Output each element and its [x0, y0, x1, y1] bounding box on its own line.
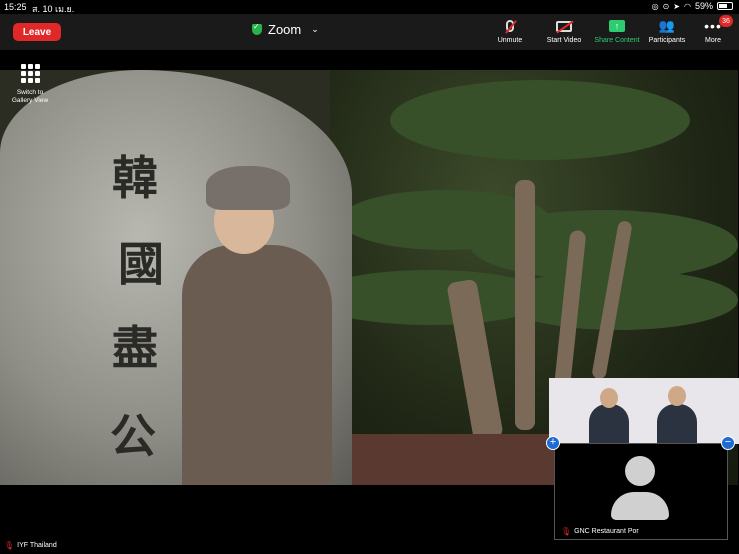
bonsai-canopy: [390, 80, 690, 160]
self-video-tile[interactable]: 🎙 GNC Restaurant Por: [554, 443, 728, 540]
share-screen-icon: ↑: [609, 20, 625, 32]
presenter-head: [668, 386, 686, 406]
wifi-icon: ◠: [684, 1, 691, 11]
microphone-muted-icon: 🎙: [561, 527, 572, 536]
leave-button[interactable]: Leave: [13, 23, 61, 41]
gallery-label-line1: Switch to: [16, 89, 44, 96]
share-content-label: Share Content: [594, 37, 640, 44]
microphone-muted-icon: 🎙: [4, 541, 15, 550]
calligraphy-char: 韓: [112, 151, 158, 205]
screen-record-icon: ◎: [651, 1, 659, 11]
start-video-button[interactable]: Start Video: [534, 18, 594, 44]
avatar-icon: [611, 456, 669, 526]
location-icon: ➤: [673, 1, 680, 11]
status-bar: 15:25 ส. 10 เม.ย. ◎ ⊙ ➤ ◠ 59%: [0, 0, 739, 14]
unmute-button[interactable]: Unmute: [480, 18, 540, 44]
minimize-tile-button[interactable]: −: [721, 436, 735, 450]
participants-label: Participants: [648, 37, 686, 44]
more-label: More: [705, 37, 721, 44]
calligraphy-char: 國: [118, 237, 164, 291]
start-video-label: Start Video: [546, 37, 582, 44]
gallery-label-line2: Gallery View: [11, 97, 49, 104]
participants-icon: 👥: [658, 18, 676, 33]
status-time: 15:25: [4, 2, 27, 12]
meeting-toolbar: Leave Zoom ⌄ Unmute Start Video ↑ Share …: [0, 14, 739, 50]
unmute-label: Unmute: [497, 37, 523, 44]
microphone-muted-icon: [506, 20, 514, 32]
presenter-figure: [589, 404, 629, 444]
active-speaker-label: 🎙 IYF Thailand: [4, 541, 57, 550]
orientation-lock-icon: ⊙: [662, 1, 670, 11]
presenter-figure: [657, 404, 697, 444]
presenter-thumbnail[interactable]: [549, 378, 739, 444]
encryption-shield-icon: [252, 22, 262, 35]
bonsai-trunk: [515, 180, 535, 430]
bonsai-pot: [346, 434, 576, 485]
battery-icon: [717, 2, 733, 10]
calligraphy-char: 盡: [112, 321, 158, 375]
person-body: [182, 245, 332, 485]
self-tile-name: 🎙 GNC Restaurant Por: [561, 527, 639, 536]
camera-off-icon: [556, 20, 572, 32]
presenter-head: [600, 388, 618, 408]
chevron-down-icon: ⌄: [311, 24, 319, 34]
switch-gallery-view-button[interactable]: Switch to Gallery View: [8, 64, 52, 105]
app-title: Zoom: [268, 22, 302, 37]
person-hat: [206, 166, 290, 210]
self-name-label: GNC Restaurant Por: [574, 528, 639, 535]
meeting-title[interactable]: Zoom ⌄: [252, 22, 319, 37]
notification-badge: 36: [719, 15, 733, 27]
battery-percent: 59%: [694, 1, 713, 11]
status-right: ◎ ⊙ ➤ ◠ 59%: [652, 1, 733, 11]
grid-icon: [20, 64, 40, 83]
active-speaker-name: IYF Thailand: [17, 542, 57, 549]
expand-tile-button[interactable]: +: [546, 436, 560, 450]
calligraphy-char: 公: [110, 409, 156, 463]
more-button[interactable]: ••• More 36: [683, 15, 739, 44]
